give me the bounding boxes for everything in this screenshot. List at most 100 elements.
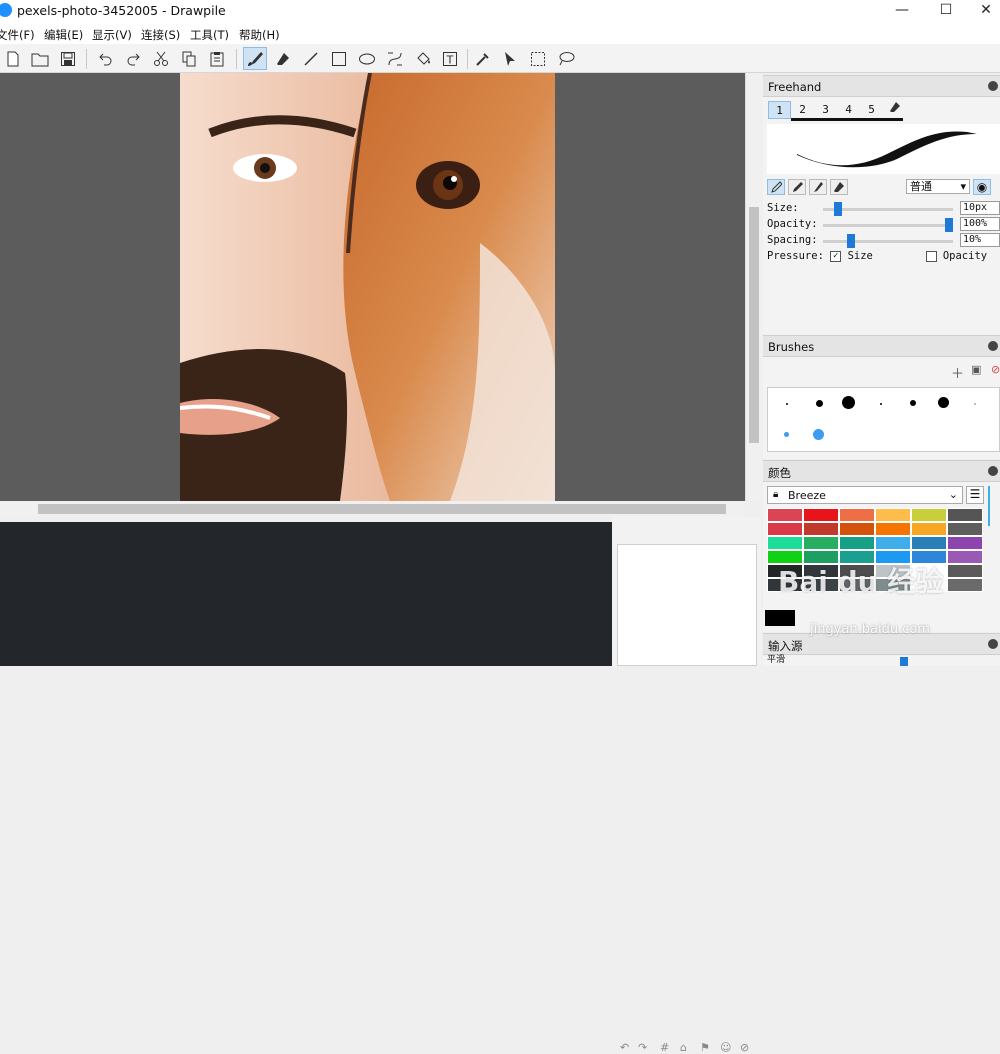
close-button[interactable]: ✕ bbox=[972, 2, 1000, 20]
palette-menu-icon[interactable]: ☰ bbox=[966, 486, 984, 504]
dock-float-icon[interactable] bbox=[988, 639, 998, 649]
pressure-size-checkbox[interactable]: ✓ bbox=[830, 250, 842, 262]
color-swatch[interactable] bbox=[911, 508, 947, 522]
paste-icon[interactable] bbox=[205, 47, 229, 70]
menu-session[interactable]: 连接(S) bbox=[141, 27, 180, 43]
delete-brush-icon[interactable]: ⊘ bbox=[991, 363, 1000, 376]
palette-select[interactable]: 🔒︎ Breeze ⌄ bbox=[767, 486, 963, 504]
brush-preset[interactable] bbox=[786, 403, 788, 405]
spacing-slider-handle[interactable] bbox=[847, 234, 856, 248]
flood-fill-icon[interactable] bbox=[411, 47, 435, 70]
opacity-slider[interactable] bbox=[823, 218, 953, 232]
brush-preset[interactable] bbox=[910, 400, 916, 406]
blend-mode-select[interactable]: 普通 ▾ bbox=[906, 179, 970, 194]
color-swatch[interactable] bbox=[947, 522, 983, 536]
user-list[interactable] bbox=[617, 544, 757, 666]
cut-icon[interactable] bbox=[149, 47, 173, 70]
spacing-spinbox[interactable]: 10% bbox=[960, 233, 1000, 247]
copy-icon[interactable] bbox=[177, 47, 201, 70]
flag-icon[interactable]: ⚑ bbox=[700, 1041, 710, 1054]
canvas-view[interactable] bbox=[0, 73, 745, 501]
open-folder-icon[interactable] bbox=[28, 47, 52, 70]
color-swatch[interactable] bbox=[911, 522, 947, 536]
new-document-icon[interactable] bbox=[1, 47, 25, 70]
brush-preset[interactable] bbox=[816, 400, 823, 407]
brush-preset[interactable] bbox=[974, 403, 976, 405]
opacity-slider-handle[interactable] bbox=[945, 218, 953, 232]
color-swatch[interactable] bbox=[947, 564, 983, 578]
tab-slot-1[interactable]: 1 bbox=[768, 101, 791, 119]
tab-eraser-slot[interactable] bbox=[883, 101, 906, 119]
menu-help[interactable]: 帮助(H) bbox=[239, 27, 280, 43]
brush-preset[interactable] bbox=[784, 432, 789, 437]
menu-file[interactable]: 文件(F) bbox=[0, 27, 35, 43]
color-swatch[interactable] bbox=[911, 536, 947, 550]
lasso-icon[interactable] bbox=[554, 47, 578, 70]
redo-icon[interactable] bbox=[121, 47, 145, 70]
brush-preset[interactable] bbox=[938, 397, 949, 408]
grid-icon[interactable]: # bbox=[660, 1041, 669, 1054]
eraser-mode-icon[interactable] bbox=[830, 179, 848, 195]
minimize-button[interactable]: — bbox=[888, 2, 916, 20]
undo-icon[interactable] bbox=[94, 47, 118, 70]
ellipse-tool-icon[interactable] bbox=[355, 47, 379, 70]
color-swatch[interactable] bbox=[839, 508, 875, 522]
tab-slot-5[interactable]: 5 bbox=[860, 101, 883, 119]
opacity-spinbox[interactable]: 100% bbox=[960, 217, 1000, 231]
color-mode-tabs[interactable] bbox=[988, 486, 1000, 526]
color-swatch[interactable] bbox=[947, 550, 983, 564]
color-swatch[interactable] bbox=[803, 536, 839, 550]
maximize-button[interactable]: ☐ bbox=[932, 2, 960, 20]
pointer-icon[interactable] bbox=[498, 47, 522, 70]
color-swatch[interactable] bbox=[839, 522, 875, 536]
line-tool-icon[interactable] bbox=[299, 47, 323, 70]
lock-icon[interactable]: ⌂ bbox=[680, 1041, 687, 1054]
soft-brush-mode-icon[interactable] bbox=[788, 179, 806, 195]
size-slider[interactable] bbox=[823, 202, 953, 216]
color-swatch[interactable] bbox=[803, 508, 839, 522]
menu-view[interactable]: 显示(V) bbox=[92, 27, 132, 43]
bezier-tool-icon[interactable] bbox=[383, 47, 407, 70]
dock-float-icon[interactable] bbox=[988, 81, 998, 91]
tab-slot-2[interactable]: 2 bbox=[791, 101, 814, 119]
spacing-slider[interactable] bbox=[823, 234, 953, 248]
size-slider-handle[interactable] bbox=[833, 202, 842, 216]
brush-preset[interactable] bbox=[842, 396, 855, 409]
color-swatch[interactable] bbox=[839, 536, 875, 550]
pixel-brush-mode-icon[interactable] bbox=[767, 179, 785, 195]
color-swatch[interactable] bbox=[875, 522, 911, 536]
text-tool-icon[interactable]: T bbox=[438, 47, 462, 70]
brush-preset-grid[interactable] bbox=[767, 387, 1000, 452]
block-icon[interactable]: ⊘ bbox=[740, 1041, 749, 1054]
brush-preset[interactable] bbox=[813, 429, 824, 440]
color-swatch[interactable] bbox=[947, 508, 983, 522]
eraser-icon[interactable] bbox=[271, 47, 295, 70]
undo-icon[interactable]: ↶ bbox=[620, 1041, 629, 1054]
color-swatch[interactable] bbox=[875, 508, 911, 522]
brush-preset[interactable] bbox=[880, 403, 882, 405]
color-swatch[interactable] bbox=[767, 536, 803, 550]
canvas-vertical-scrollbar[interactable] bbox=[745, 73, 761, 501]
smoothing-slider-handle[interactable] bbox=[900, 657, 908, 666]
add-brush-icon[interactable]: ＋ bbox=[951, 363, 964, 382]
size-spinbox[interactable]: 10px bbox=[960, 201, 1000, 215]
redo-icon[interactable]: ↷ bbox=[638, 1041, 647, 1054]
blend-lock-icon[interactable]: ◉ bbox=[973, 179, 991, 195]
current-color[interactable] bbox=[765, 610, 795, 626]
save-icon[interactable] bbox=[56, 47, 80, 70]
dock-float-icon[interactable] bbox=[988, 341, 998, 351]
selection-icon[interactable] bbox=[526, 47, 550, 70]
smudge-mode-icon[interactable] bbox=[809, 179, 827, 195]
save-brush-icon[interactable]: ▣ bbox=[971, 363, 981, 376]
color-swatch[interactable] bbox=[947, 536, 983, 550]
tab-slot-3[interactable]: 3 bbox=[814, 101, 837, 119]
menu-tools[interactable]: 工具(T) bbox=[190, 27, 229, 43]
tab-slot-4[interactable]: 4 bbox=[837, 101, 860, 119]
pressure-opacity-checkbox[interactable] bbox=[925, 250, 937, 262]
color-swatch[interactable] bbox=[875, 536, 911, 550]
dock-float-icon[interactable] bbox=[988, 466, 998, 476]
rectangle-tool-icon[interactable] bbox=[327, 47, 351, 70]
chat-panel[interactable] bbox=[0, 522, 612, 666]
color-swatch[interactable] bbox=[947, 578, 983, 592]
menu-edit[interactable]: 编辑(E) bbox=[44, 27, 83, 43]
